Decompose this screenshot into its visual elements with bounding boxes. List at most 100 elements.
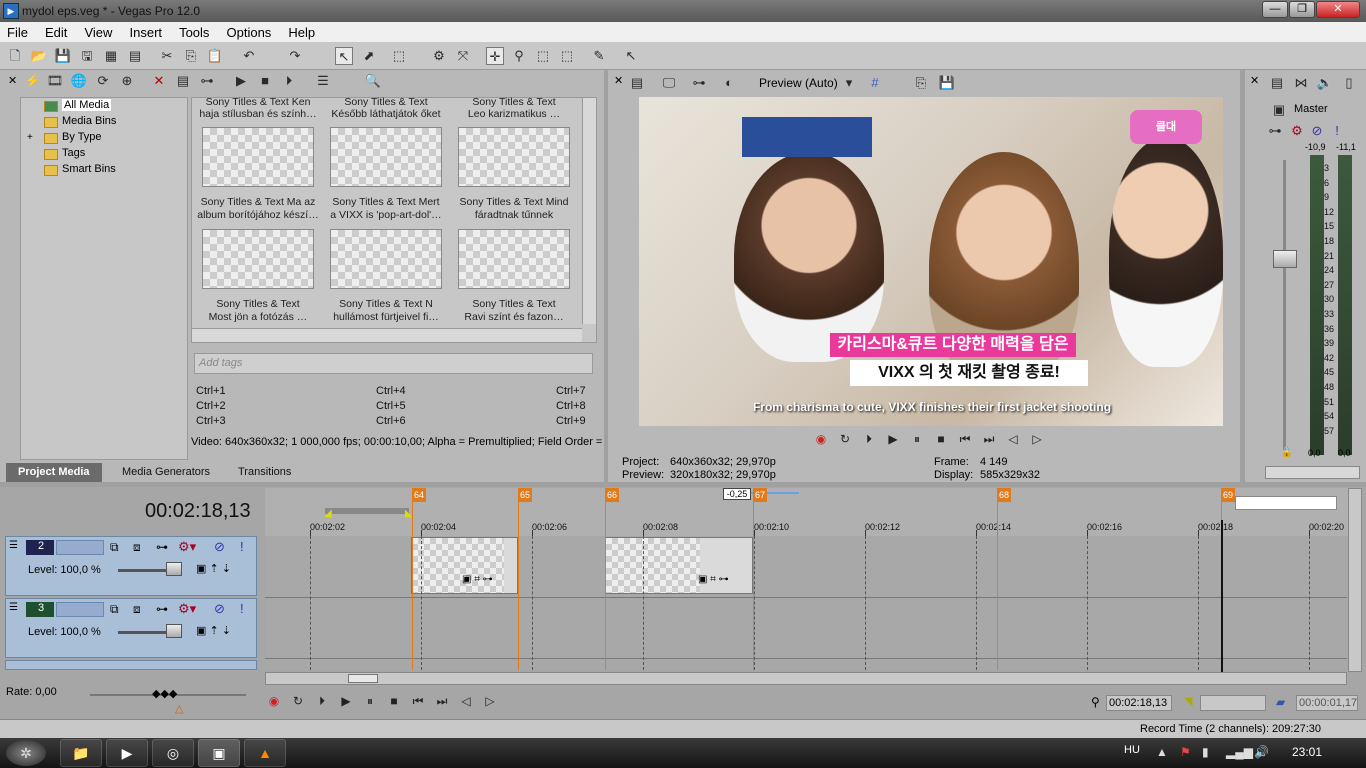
overlays-icon[interactable]: # <box>866 74 884 92</box>
tree-item-smart-bins[interactable]: Smart Bins <box>62 163 116 175</box>
loop-icon[interactable]: ↻ <box>836 430 854 448</box>
search-media-icon[interactable]: ⊕ <box>118 72 136 90</box>
paste-icon[interactable]: 📋 <box>206 47 224 65</box>
minimize-button[interactable]: — <box>1262 1 1288 18</box>
menu-file[interactable]: File <box>0 22 35 43</box>
bus-fx-icon[interactable]: ⊶ <box>1266 122 1284 140</box>
playhead-cursor[interactable] <box>1221 520 1223 672</box>
stop-icon[interactable]: ■ <box>385 692 403 710</box>
go-to-start-icon[interactable]: ⏮ <box>956 430 974 448</box>
start-preview-icon[interactable]: ▶ <box>232 72 250 90</box>
tree-expand-icon[interactable]: + <box>27 132 33 143</box>
menu-insert[interactable]: Insert <box>123 22 170 43</box>
copy-icon[interactable]: ⎘ <box>182 47 200 65</box>
media-player-taskbar-icon[interactable]: ▶ <box>106 739 148 767</box>
render-icon[interactable]: ▦ <box>102 47 120 65</box>
menu-options[interactable]: Options <box>220 22 279 43</box>
track-name-field[interactable] <box>56 540 104 555</box>
loop-region-bar[interactable] <box>325 508 409 514</box>
record-icon[interactable]: ◉ <box>265 692 283 710</box>
previous-frame-icon[interactable]: ◁ <box>1004 430 1022 448</box>
normal-edit-tool-icon[interactable]: ↖ <box>335 47 353 65</box>
clip-fx-icon[interactable]: ▣ ⌗ ⊶ <box>698 574 729 585</box>
tray-network-icon[interactable]: ▂▄▆ <box>1226 745 1253 759</box>
capture-video-icon[interactable]: 🎞 <box>46 72 64 90</box>
compositing-mode-icon[interactable]: ⚙▾ <box>178 539 196 555</box>
track-motion-icon[interactable]: ⧉ <box>110 602 119 617</box>
timeline-clip[interactable]: ▣ ⌗ ⊶ <box>411 537 518 594</box>
marker-66[interactable]: 66 <box>605 488 619 502</box>
media-thumbnail[interactable] <box>202 229 314 289</box>
video-track-header-partial[interactable] <box>5 660 257 670</box>
selection-start-field[interactable] <box>1200 695 1266 711</box>
open-folder-icon[interactable]: 📂 <box>30 47 48 65</box>
mute-icon[interactable]: ⊘ <box>214 539 225 555</box>
rate-slider-knob[interactable]: ◆◆◆ <box>152 687 177 700</box>
video-track-header-2[interactable]: ☰ 2 ⧉ ⧈ ⊶ ⚙▾ ⊘ ! Level: 100,0 % ▣ ⇡ ⇣ <box>5 536 257 596</box>
tree-item-by-type[interactable]: By Type <box>62 131 102 143</box>
tray-expand-icon[interactable]: ▲ <box>1156 745 1168 759</box>
search-icon[interactable]: 🔍 <box>364 72 382 90</box>
media-fx-icon[interactable]: ⊶ <box>198 72 216 90</box>
split-screen-icon[interactable]: ◐ <box>720 74 738 92</box>
timeline-timecode[interactable]: 00:02:18,13 <box>145 500 251 523</box>
selection-tool-icon[interactable]: ⬚ <box>390 47 408 65</box>
marker-68[interactable]: 68 <box>997 488 1011 502</box>
selection-length-field[interactable]: 00:00:01,17 <box>1296 695 1358 711</box>
ignore-grouping-icon[interactable]: ⬚ <box>534 47 552 65</box>
undo-icon[interactable]: ↶ <box>240 47 258 65</box>
timeline-horizontal-scrollbar[interactable] <box>265 672 1347 685</box>
cursor-time-field[interactable]: 00:02:18,13 <box>1106 695 1172 711</box>
menu-edit[interactable]: Edit <box>38 22 74 43</box>
save-as-icon[interactable]: 🖫 <box>78 47 96 65</box>
mixer-scrollbar[interactable] <box>1265 466 1360 479</box>
menu-view[interactable]: View <box>77 22 119 43</box>
loop-icon[interactable]: ↻ <box>289 692 307 710</box>
zoom-tool-icon[interactable]: ⬚ <box>558 47 576 65</box>
media-properties-icon[interactable]: ▤ <box>174 72 192 90</box>
marker-64[interactable]: 64 <box>412 488 426 502</box>
previous-frame-icon[interactable]: ◁ <box>457 692 475 710</box>
bus-mute-icon[interactable]: ⊘ <box>1308 122 1326 140</box>
stop-icon[interactable]: ■ <box>932 430 950 448</box>
timeline-vertical-scrollbar[interactable] <box>1348 488 1362 672</box>
media-thumbnail[interactable] <box>202 127 314 187</box>
media-thumbnail[interactable] <box>458 127 570 187</box>
cut-icon[interactable]: ✂ <box>158 47 176 65</box>
auto-ripple-icon[interactable]: ✛ <box>486 47 504 65</box>
stop-preview-icon[interactable]: ■ <box>256 72 274 90</box>
dim-output-icon[interactable]: 🔈 <box>1316 74 1334 92</box>
refresh-icon[interactable]: ⟳ <box>94 72 112 90</box>
scrollbar-thumb[interactable] <box>348 674 378 683</box>
get-media-web-icon[interactable]: 🌐 <box>70 72 88 90</box>
bus-settings-icon[interactable]: ⚙ <box>1288 122 1306 140</box>
mixer-properties-icon[interactable]: ▤ <box>1268 74 1286 92</box>
track-icons[interactable]: ▣ ⇡ ⇣ <box>196 562 231 575</box>
pause-icon[interactable]: ⏸ <box>361 692 379 710</box>
vlc-taskbar-icon[interactable]: ▲ <box>244 739 286 767</box>
media-thumbnail[interactable] <box>330 127 442 187</box>
mixer-close-icon[interactable]: ✕ <box>1250 74 1259 87</box>
go-to-end-icon[interactable]: ⏭ <box>980 430 998 448</box>
solo-icon[interactable]: ! <box>240 539 244 554</box>
tab-media-generators[interactable]: Media Generators <box>110 463 222 482</box>
play-from-start-icon[interactable]: ⏵ <box>313 692 331 710</box>
whats-this-icon[interactable]: ↖ <box>622 47 640 65</box>
views-icon[interactable]: ☰ <box>314 72 332 90</box>
timeline-ruler[interactable]: ◢ ◣ -0,25 64 65 66 67 68 69 00:02:02 00:02:04 00… <box>265 488 1350 536</box>
next-frame-icon[interactable]: ▷ <box>1028 430 1046 448</box>
explorer-taskbar-icon[interactable]: 📁 <box>60 739 102 767</box>
marker-65[interactable]: 65 <box>518 488 532 502</box>
tray-flag-icon[interactable]: ⚑ <box>1180 745 1191 759</box>
video-fx-icon[interactable]: ⊶ <box>690 74 708 92</box>
timeline-clip[interactable]: ▣ ⌗ ⊶ <box>605 537 753 594</box>
bus-solo-icon[interactable]: ! <box>1328 122 1346 140</box>
snapping-icon[interactable]: ⚙ <box>430 47 448 65</box>
marker-67[interactable]: 67 <box>753 488 767 502</box>
level-slider-knob[interactable] <box>166 562 182 576</box>
pause-icon[interactable]: ⏸ <box>908 430 926 448</box>
tab-project-media[interactable]: Project Media <box>6 463 102 482</box>
tab-transitions[interactable]: Transitions <box>226 463 303 482</box>
parent-composite-icon[interactable]: ⧈ <box>133 602 141 617</box>
menu-tools[interactable]: Tools <box>172 22 216 43</box>
